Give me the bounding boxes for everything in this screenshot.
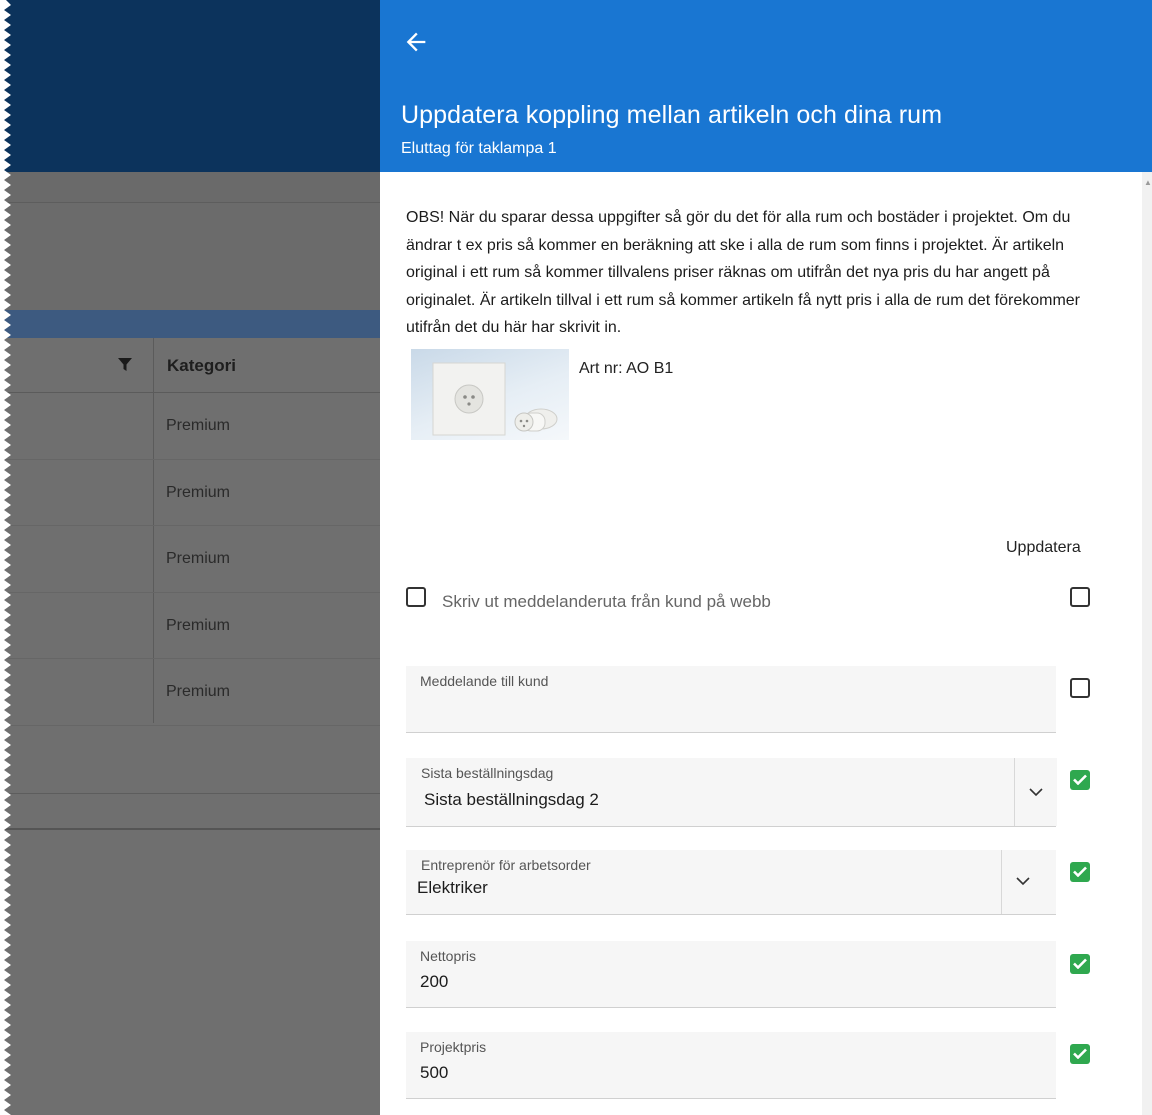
filter-icon xyxy=(118,358,132,371)
last-order-day-dropdown[interactable] xyxy=(1014,758,1057,826)
last-order-day-label: Sista beställningsdag xyxy=(421,765,554,781)
table-footer xyxy=(0,723,380,794)
warning-text: OBS! När du sparar dessa uppgifter så gö… xyxy=(406,209,1081,337)
drawer-subtitle: Eluttag för taklampa 1 xyxy=(401,140,557,157)
contractor-dropdown[interactable] xyxy=(1001,850,1044,914)
print-message-checkbox[interactable] xyxy=(406,587,426,607)
drawer-title: Uppdatera koppling mellan artikeln och d… xyxy=(401,101,943,129)
scrollbar[interactable]: ▲ xyxy=(1142,172,1152,1115)
net-price-field[interactable]: Nettopris 200 xyxy=(406,941,1056,1008)
contractor-label: Entreprenör för arbetsorder xyxy=(421,857,591,873)
update-print-message-checkbox[interactable] xyxy=(1070,587,1090,607)
filter-band xyxy=(0,203,380,314)
table-row: Premium xyxy=(0,460,380,527)
net-price-label: Nettopris xyxy=(420,948,477,964)
torn-edge xyxy=(0,0,11,1115)
update-contractor-checkbox[interactable] xyxy=(1070,862,1090,882)
net-price-value[interactable]: 200 xyxy=(420,972,448,992)
article-number: Art nr: AO B1 xyxy=(579,360,674,377)
update-project-price-checkbox[interactable] xyxy=(1070,1044,1090,1064)
update-message-checkbox[interactable] xyxy=(1070,678,1090,698)
table-row: Premium xyxy=(0,393,380,460)
background-table: Kategori Premium Premium Premium Premium… xyxy=(0,338,380,726)
table-row: Premium xyxy=(0,659,380,726)
toolbar-band xyxy=(0,172,380,203)
last-order-day-select[interactable]: Sista beställningsdag Sista beställnings… xyxy=(406,758,1057,827)
project-price-field[interactable]: Projektpris 500 xyxy=(406,1032,1056,1099)
column-header-kategori: Kategori xyxy=(167,356,236,375)
update-net-price-checkbox[interactable] xyxy=(1070,954,1090,974)
contractor-select[interactable]: Entreprenör för arbetsorder Elektriker xyxy=(406,850,1056,915)
table-row: Premium xyxy=(0,593,380,660)
pagination-bar xyxy=(0,794,380,830)
last-order-day-value: Sista beställningsdag 2 xyxy=(424,790,599,809)
message-label: Meddelande till kund xyxy=(420,673,549,689)
drawer-content: OBS! När du sparar dessa uppgifter så gö… xyxy=(380,172,1142,1115)
cell-category: Premium xyxy=(166,483,231,501)
drawer-header: Uppdatera koppling mellan artikeln och d… xyxy=(380,0,1152,172)
selection-bar xyxy=(0,310,380,338)
app-topbar xyxy=(0,0,380,172)
cell-category: Premium xyxy=(166,616,231,634)
update-column-header: Uppdatera xyxy=(1006,539,1081,556)
cell-category: Premium xyxy=(166,550,231,568)
table-row: Premium xyxy=(0,526,380,593)
update-last-order-day-checkbox[interactable] xyxy=(1070,770,1090,790)
cell-category: Premium xyxy=(166,683,231,701)
message-field[interactable]: Meddelande till kund xyxy=(406,666,1056,733)
chevron-down-icon xyxy=(1016,877,1030,886)
project-price-label: Projektpris xyxy=(420,1039,487,1055)
background-app: Kategori Premium Premium Premium Premium… xyxy=(0,0,380,1115)
chevron-down-icon xyxy=(1029,788,1043,797)
contractor-value: Elektriker xyxy=(417,878,488,897)
scroll-up-arrow-icon[interactable]: ▲ xyxy=(1144,178,1152,187)
table-header: Kategori xyxy=(0,338,380,393)
cell-category: Premium xyxy=(166,417,231,434)
edit-drawer: Uppdatera koppling mellan artikeln och d… xyxy=(380,0,1152,1115)
project-price-value[interactable]: 500 xyxy=(420,1063,448,1083)
product-image xyxy=(411,349,569,440)
print-message-label[interactable]: Skriv ut meddelanderuta från kund på web… xyxy=(442,592,771,612)
arrow-left-icon[interactable] xyxy=(402,28,430,56)
